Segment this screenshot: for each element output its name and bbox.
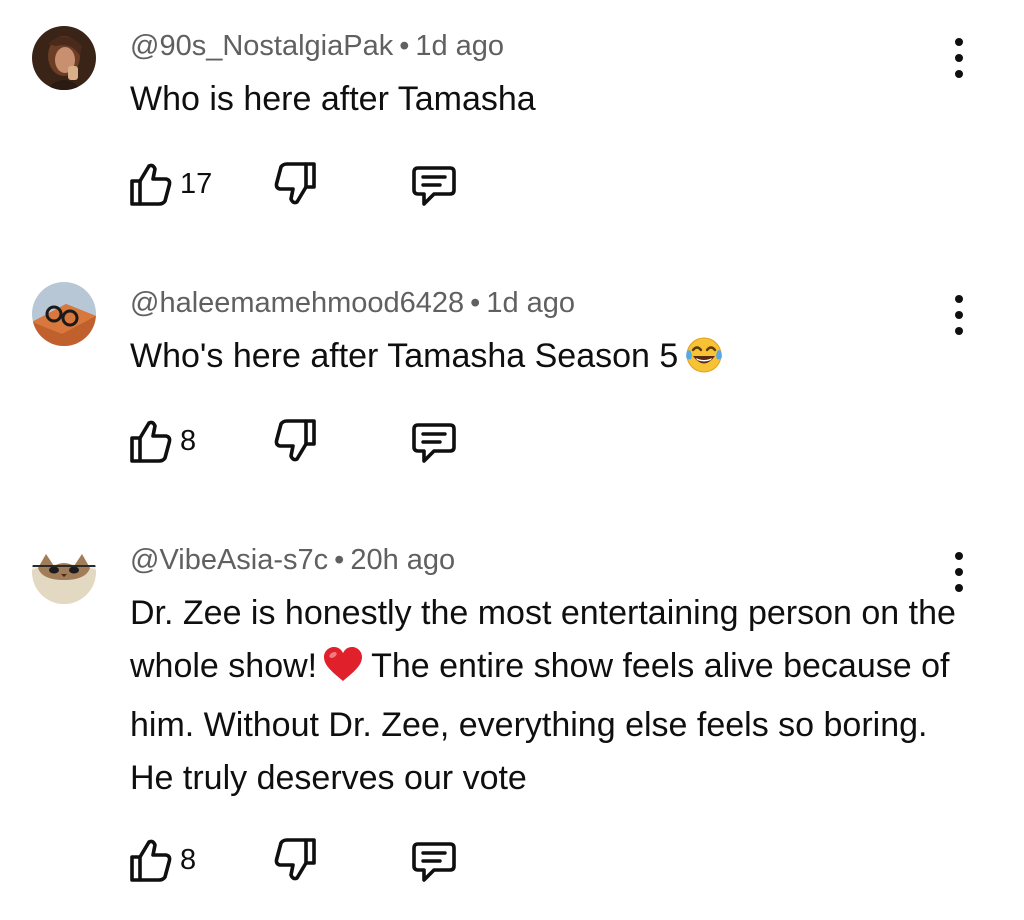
thumbs-up-icon (130, 839, 172, 882)
comment-author[interactable]: @haleemamehmood6428 (130, 287, 464, 319)
more-options-button[interactable] (944, 293, 974, 337)
comment-text-content: Who is here after Tamasha (130, 80, 536, 118)
reply-button[interactable] (410, 838, 458, 884)
comment-text: Dr. Zee is honestly the most entertainin… (130, 587, 970, 805)
like-count: 8 (180, 843, 197, 876)
more-vert-icon (955, 295, 963, 303)
more-options-button[interactable] (944, 36, 974, 80)
comment-actions: 8 (128, 417, 488, 465)
reply-button[interactable] (410, 162, 458, 208)
dislike-button[interactable] (274, 417, 322, 465)
avatar[interactable] (32, 540, 96, 604)
reply-button[interactable] (410, 419, 458, 465)
thumbs-down-icon (274, 838, 316, 881)
thumbs-up-icon (130, 163, 172, 206)
comment-actions: 8 (128, 836, 488, 884)
more-options-button[interactable] (944, 550, 974, 594)
avatar-image (32, 282, 96, 346)
avatar-image (32, 26, 96, 90)
face-with-tears-of-joy-icon (684, 335, 724, 391)
meta-separator: • (399, 30, 410, 62)
comment-author[interactable]: @VibeAsia-s7c (130, 544, 328, 576)
comment-meta: @VibeAsia-s7c • 20h ago (130, 542, 455, 578)
like-button[interactable]: 8 (128, 836, 196, 884)
dislike-button[interactable] (274, 160, 322, 208)
comment-author[interactable]: @90s_NostalgiaPak (130, 30, 393, 62)
thumbs-up-icon (130, 420, 172, 463)
avatar-image (32, 540, 96, 604)
like-button[interactable]: 8 (128, 417, 196, 465)
comment-text-content: Who's here after Tamasha Season 5 (130, 337, 679, 375)
comment-meta: @90s_NostalgiaPak • 1d ago (130, 28, 504, 64)
comment-time[interactable]: 1d ago (415, 30, 504, 62)
red-heart-icon (323, 646, 363, 699)
like-button[interactable]: 17 (128, 160, 212, 208)
like-count: 17 (180, 167, 213, 200)
meta-separator: • (470, 287, 481, 319)
reply-icon (412, 166, 456, 206)
comment-time[interactable]: 1d ago (486, 287, 575, 319)
comment-meta: @haleemamehmood6428 • 1d ago (130, 285, 575, 321)
reply-icon (412, 423, 456, 463)
reply-icon (412, 842, 456, 882)
thumbs-down-icon (274, 419, 316, 462)
like-count: 8 (180, 424, 197, 457)
comment-text: Who is here after Tamasha (130, 73, 970, 126)
comment-time[interactable]: 20h ago (350, 544, 455, 576)
thumbs-down-icon (274, 162, 316, 205)
more-vert-icon (955, 38, 963, 46)
meta-separator: • (334, 544, 345, 576)
comment-actions: 17 (128, 160, 488, 208)
avatar[interactable] (32, 26, 96, 90)
dislike-button[interactable] (274, 836, 322, 884)
more-vert-icon (955, 552, 963, 560)
avatar[interactable] (32, 282, 96, 346)
comment-text: Who's here after Tamasha Season 5 (130, 330, 970, 391)
